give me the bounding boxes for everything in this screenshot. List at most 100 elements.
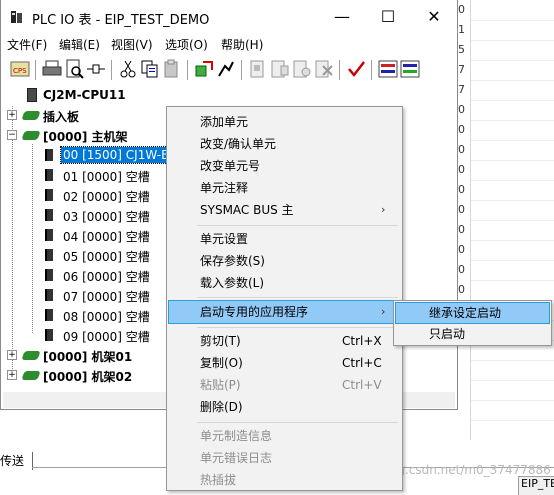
- menu-separator: [197, 327, 398, 328]
- slot-icon: [45, 209, 53, 221]
- board-icon: [21, 111, 41, 120]
- column-digit: 7: [458, 83, 465, 96]
- toolbar: CPS: [1, 57, 457, 84]
- ctx-copy[interactable]: 复制(O) Ctrl+C: [169, 352, 400, 374]
- rack01-label: [0000] 机架01: [43, 350, 133, 364]
- ctx-change-confirm-unit[interactable]: 改变/确认单元: [169, 133, 400, 155]
- submenu-arrow-icon: ›: [381, 305, 386, 318]
- menu-file[interactable]: 文件(F): [7, 36, 47, 53]
- rack-icon: [21, 351, 41, 360]
- verify-icon[interactable]: [399, 58, 421, 80]
- minimize-button[interactable]: —: [319, 0, 365, 34]
- ctx-label: 保存参数(S): [200, 254, 265, 268]
- column-digit: 0: [458, 123, 465, 136]
- slot-icon: [45, 289, 53, 301]
- menu-options[interactable]: 选项(O): [165, 36, 208, 53]
- window-title: PLC IO 表 - EIP_TEST_DEMO: [32, 13, 210, 28]
- check-icon[interactable]: [345, 58, 367, 80]
- plugin-board-label: 插入板: [43, 110, 80, 124]
- toolbar-separator: [241, 60, 242, 80]
- cps-icon[interactable]: CPS: [9, 58, 31, 80]
- expand-icon[interactable]: +: [7, 370, 17, 380]
- slot-icon: [45, 189, 53, 201]
- ctx-label: 改变单元号: [200, 159, 261, 173]
- maximize-button[interactable]: ☐: [365, 0, 411, 34]
- ctx-label: 单元设置: [200, 232, 249, 246]
- rack02-label: [0000] 机架02: [43, 370, 133, 384]
- submenu-inherit-setting-start[interactable]: 继承设定启动: [395, 302, 550, 324]
- tab-transfer[interactable]: 传送: [0, 452, 33, 470]
- ctx-change-unit-number[interactable]: 改变单元号: [169, 155, 400, 177]
- unit-delete-icon[interactable]: [313, 58, 335, 80]
- menu-edit[interactable]: 编辑(E): [59, 36, 100, 53]
- ctx-delete[interactable]: 删除(D): [169, 396, 400, 418]
- ctx-sysmac-bus-master[interactable]: SYSMAC BUS 主 ›: [169, 199, 400, 221]
- ctx-load-params[interactable]: 载入参数(L): [169, 272, 400, 294]
- submenu-label: 只启动: [429, 327, 466, 341]
- unit-param2-icon[interactable]: [291, 58, 313, 80]
- ctx-paste[interactable]: 粘贴(P) Ctrl+V: [169, 374, 400, 396]
- ctx-unit-manufacture-info[interactable]: 单元制造信息: [169, 425, 400, 447]
- svg-text:CPS: CPS: [13, 67, 27, 75]
- slot-label: 07 [0000] 空槽: [63, 290, 150, 304]
- ctx-shortcut: Ctrl+X: [342, 334, 382, 348]
- unit-setting-icon[interactable]: [247, 58, 269, 80]
- slot-label: 04 [0000] 空槽: [63, 230, 150, 244]
- slot-icon: [45, 309, 53, 321]
- slot-icon: [45, 269, 53, 281]
- submenu-start-only[interactable]: 只启动: [396, 324, 549, 344]
- toolbar-separator: [187, 60, 188, 80]
- copy-icon[interactable]: [139, 58, 161, 80]
- column-digit: 0: [458, 243, 465, 256]
- ctx-save-params[interactable]: 保存参数(S): [169, 250, 400, 272]
- ctx-unit-comment[interactable]: 单元注释: [169, 177, 400, 199]
- connect-icon[interactable]: [85, 58, 107, 80]
- menu-view[interactable]: 视图(V): [111, 36, 153, 53]
- print-preview-icon[interactable]: [63, 58, 85, 80]
- collapse-icon[interactable]: −: [7, 130, 17, 140]
- ctx-start-dedicated-app[interactable]: 启动专用的应用程序 ›: [168, 300, 401, 324]
- toolbar-separator: [371, 60, 372, 80]
- ctx-unit-error-log[interactable]: 单元错误日志: [169, 447, 400, 469]
- ctx-add-unit[interactable]: 添加单元: [169, 111, 400, 133]
- expand-icon[interactable]: +: [7, 110, 17, 120]
- close-button[interactable]: ✕: [411, 0, 457, 34]
- column-digit: 7: [458, 63, 465, 76]
- cut-icon[interactable]: [117, 58, 139, 80]
- ctx-shortcut: Ctrl+C: [342, 356, 382, 370]
- grid-line: [471, 380, 554, 381]
- grid-line: [471, 220, 554, 221]
- tree-node-cpu[interactable]: CJ2M-CPU11: [3, 86, 203, 105]
- paste-icon[interactable]: [161, 58, 183, 80]
- ctx-hot-swap[interactable]: 热插拔: [169, 469, 400, 491]
- column-digit: 0: [458, 283, 465, 296]
- column-digit: 1: [458, 23, 465, 36]
- online-icon[interactable]: [215, 58, 237, 80]
- column-digit: 5: [458, 43, 465, 56]
- ctx-label: 单元注释: [200, 181, 249, 195]
- slot-icon: [45, 229, 53, 241]
- slot-label: 01 [0000] 空槽: [63, 170, 150, 184]
- print-icon[interactable]: [41, 58, 63, 80]
- menu-bar: 文件(F) 编辑(E) 视图(V) 选项(O) 帮助(H): [1, 34, 457, 54]
- column-digit: 0: [458, 3, 465, 16]
- title-bar: PLC IO 表 - EIP_TEST_DEMO — ☐ ✕: [1, 0, 457, 34]
- ctx-label: 粘贴(P): [200, 378, 241, 392]
- ctx-unit-setting[interactable]: 单元设置: [169, 228, 400, 250]
- expand-icon[interactable]: +: [7, 350, 17, 360]
- app-icon: [11, 11, 22, 23]
- menu-help[interactable]: 帮助(H): [221, 36, 263, 53]
- slot-label: 03 [0000] 空槽: [63, 210, 150, 224]
- context-menu: 添加单元 改变/确认单元 改变单元号 单元注释 SYSMAC BUS 主 › 单元…: [166, 106, 403, 491]
- unit-param-icon[interactable]: [269, 58, 291, 80]
- column-digit: 0: [458, 183, 465, 196]
- grid-line: [471, 140, 554, 141]
- ctx-label: 复制(O): [200, 356, 243, 370]
- grid-line: [471, 420, 554, 421]
- compare-icon[interactable]: [377, 58, 399, 80]
- ctx-label: 单元制造信息: [200, 429, 273, 443]
- slot-icon: [45, 329, 53, 341]
- ctx-cut[interactable]: 剪切(T) Ctrl+X: [169, 330, 400, 352]
- transfer-icon[interactable]: [193, 58, 215, 80]
- slot-label: 02 [0000] 空槽: [63, 190, 150, 204]
